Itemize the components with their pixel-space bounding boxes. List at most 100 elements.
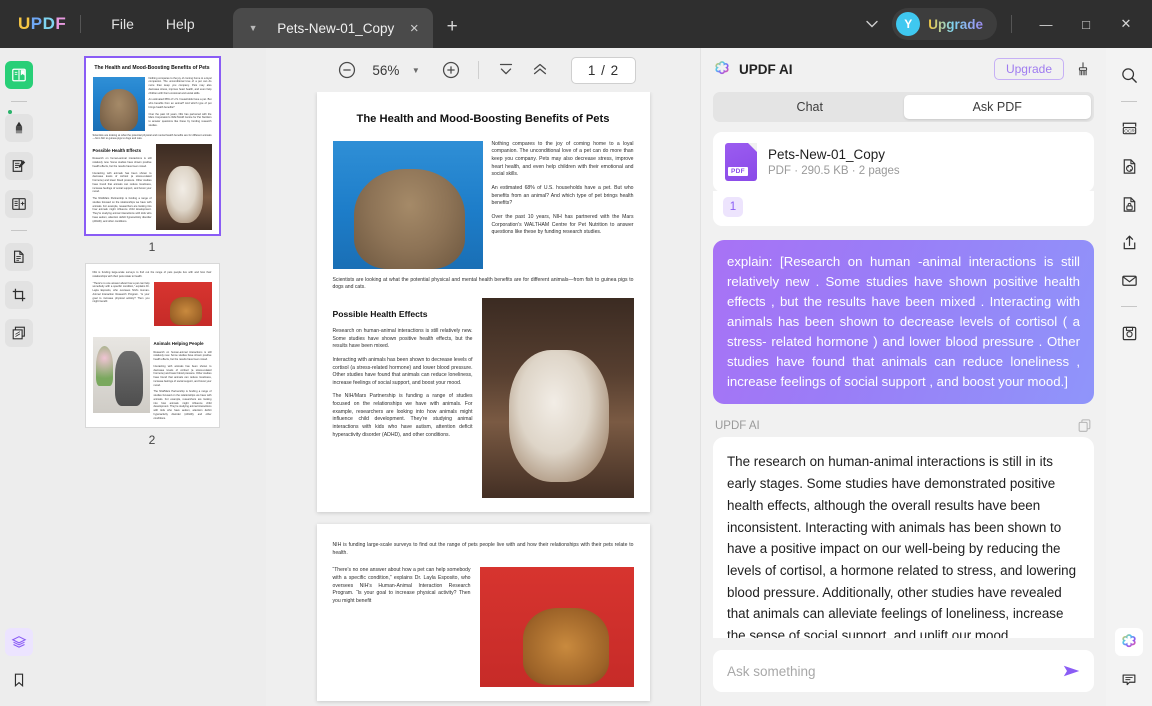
comment-bubble-icon[interactable] [1115, 666, 1143, 694]
send-icon[interactable] [1062, 663, 1082, 679]
thumb-heading2: Possible Health Effects [92, 148, 142, 154]
compare-icon[interactable] [5, 319, 33, 347]
thumb2-p1: Research on human-animal interactions is… [153, 350, 212, 362]
thumbnail-page-2[interactable]: NIH is funding large-scale surveys to fi… [85, 264, 219, 428]
new-tab-button[interactable]: + [433, 16, 472, 38]
doc-p5: Research on human-animal interactions is… [332, 327, 473, 350]
copy-icon[interactable] [1077, 418, 1092, 433]
tab-title: Pets-New-01_Copy [277, 20, 395, 36]
search-icon[interactable] [1115, 61, 1143, 89]
chevron-down-icon-menu[interactable] [852, 12, 892, 36]
right-tool-rail: OCR [1106, 48, 1152, 706]
convert-doc-icon[interactable] [1115, 152, 1143, 180]
zoom-out-button[interactable] [330, 53, 364, 87]
attached-file-card[interactable]: PDF Pets-New-01_Copy PDF · 290.5 KB · 2 … [713, 132, 1094, 192]
ocr-icon[interactable]: OCR [1115, 114, 1143, 142]
toolbar-divider [477, 61, 479, 79]
tab-chat[interactable]: Chat [716, 95, 904, 119]
thumb2-p2: Interacting with animals has been shown … [153, 364, 212, 387]
doc-p6: Interacting with animals has been shown … [332, 356, 473, 386]
layers-icon[interactable] [5, 628, 33, 656]
pdf-badge-label: PDF [728, 167, 748, 176]
thumb-p1: Nothing compares to the joy of coming ho… [148, 76, 212, 95]
bookmark-icon[interactable] [5, 666, 33, 694]
doc-p7: The NIH/Mars Partnership is funding a ra… [332, 393, 473, 438]
fit-page-icon[interactable] [489, 53, 523, 87]
zoom-level[interactable]: 56% [364, 63, 408, 78]
window-divider [1011, 15, 1012, 33]
ai-panel-title: UPDF AI [739, 61, 793, 77]
thumb-p6: Interacting with animals has been shown … [92, 171, 152, 194]
doc-row-3: “There's no one answer about how a pet c… [332, 567, 634, 688]
convert-icon[interactable] [5, 243, 33, 271]
page-edit-icon[interactable] [5, 190, 33, 218]
ask-input-container[interactable] [713, 650, 1094, 692]
document-tab[interactable]: ▼ Pets-New-01_Copy × [232, 8, 433, 48]
doc-p4: Scientists are looking at what the poten… [332, 276, 634, 291]
doc-title: The Health and Mood-Boosting Benefits of… [356, 113, 610, 125]
thumb-1-content: The Health and Mood-Boosting Benefits of… [86, 58, 219, 234]
title-bar-right: Y Upgrade — □ ✕ [852, 8, 1152, 40]
document-page-2: NIH is funding large-scale surveys to fi… [316, 524, 650, 702]
close-window-button[interactable]: ✕ [1106, 8, 1146, 40]
minimize-button[interactable]: — [1026, 9, 1066, 40]
left-tool-rail [0, 48, 38, 706]
updf-ai-icon-rail[interactable] [1115, 628, 1143, 656]
updf-logo: U P D F [18, 14, 66, 34]
reader-icon[interactable] [5, 61, 33, 89]
thumb-title: The Health and Mood-Boosting Benefits of… [94, 65, 210, 71]
doc-p9: “There's no one answer about how a pet c… [332, 567, 471, 604]
upgrade-label: Upgrade [928, 16, 983, 32]
doc-p2: An estimated 68% of U.S. households have… [491, 184, 634, 207]
ai-upgrade-button[interactable]: Upgrade [993, 58, 1064, 80]
thumb2-filler [93, 330, 212, 334]
share-icon[interactable] [1115, 228, 1143, 256]
dog-cat-photo-thumb [155, 144, 212, 231]
red-dog-photo-thumb [153, 281, 212, 326]
document-viewer: 56% ▼ 1 / 2 The Health and Mood-Boosting… [266, 48, 700, 706]
zoom-in-button[interactable] [434, 53, 468, 87]
ai-input-area [701, 638, 1106, 706]
doc-row-1: Nothing compares to the joy of coming ho… [332, 140, 634, 269]
thumbnail-panel[interactable]: The Health and Mood-Boosting Benefits of… [38, 48, 266, 706]
right-rail-divider-2 [1121, 306, 1137, 307]
close-icon[interactable]: × [400, 21, 429, 36]
crop-icon[interactable] [5, 281, 33, 309]
email-icon[interactable] [1115, 266, 1143, 294]
protect-icon[interactable] [1115, 190, 1143, 218]
assistant-message-text: The research on human-animal interaction… [727, 454, 1077, 638]
ai-conversation[interactable]: PDF Pets-New-01_Copy PDF · 290.5 KB · 2 … [701, 132, 1106, 638]
ask-input[interactable] [727, 663, 1062, 679]
assistant-label: UPDF AI [715, 419, 760, 432]
title-divider [80, 15, 82, 33]
thumbnail-number-1: 1 [148, 240, 156, 255]
pdf-file-icon: PDF [725, 143, 757, 181]
assistant-message-bubble: The research on human-animal interaction… [713, 437, 1094, 638]
cat-photo [332, 140, 483, 269]
maximize-button[interactable]: □ [1066, 9, 1106, 40]
menu-file[interactable]: File [95, 10, 150, 38]
chevron-down-icon[interactable]: ▼ [245, 23, 272, 33]
citation-badge[interactable]: 1 [723, 197, 743, 217]
edit-pdf-icon[interactable] [5, 152, 33, 180]
scroll-top-icon[interactable] [523, 53, 557, 87]
tab-ask-pdf[interactable]: Ask PDF [903, 95, 1091, 119]
updf-application-window: U P D F File Help ▼ Pets-New-01_Copy × +… [0, 0, 1152, 706]
grey-cat-photo-thumb [92, 337, 150, 414]
thumbnail-page-1[interactable]: The Health and Mood-Boosting Benefits of… [85, 58, 219, 235]
chevron-down-icon-zoom[interactable]: ▼ [408, 66, 434, 75]
upgrade-button[interactable]: Y Upgrade [892, 8, 997, 40]
save-icon[interactable] [1115, 319, 1143, 347]
user-message-bubble: explain: [Research on human -animal inte… [713, 240, 1094, 405]
tab-bar: ▼ Pets-New-01_Copy × + [232, 0, 472, 48]
page-indicator[interactable]: 1 / 2 [570, 56, 637, 84]
menu-help[interactable]: Help [150, 10, 211, 38]
page-scroll-area[interactable]: The Health and Mood-Boosting Benefits of… [266, 92, 700, 706]
doc-p3: Over the past 10 years, NIH has partnere… [491, 213, 634, 236]
marker-icon[interactable] [5, 114, 33, 142]
document-page-1: The Health and Mood-Boosting Benefits of… [316, 92, 650, 513]
avatar: Y [896, 12, 921, 36]
thumb-p2: An estimated 68% of U.S. households have… [148, 98, 212, 109]
thumbnail-number-2: 2 [148, 433, 156, 448]
broom-icon[interactable] [1072, 61, 1094, 78]
